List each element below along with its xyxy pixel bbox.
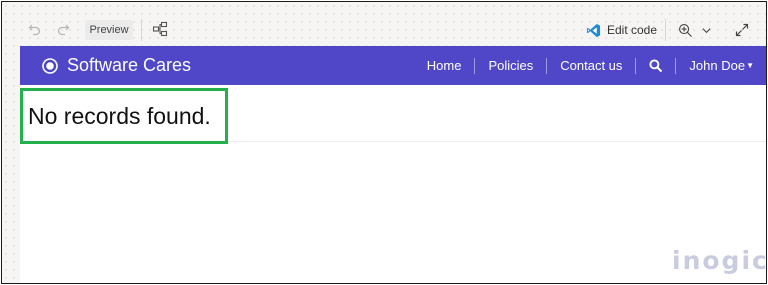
edit-code-label: Edit code [607,23,658,37]
user-menu[interactable]: John Doe ▼ [676,58,766,73]
brand-name: Software Cares [67,55,192,75]
chevron-down-icon [702,27,711,33]
brand[interactable]: Software Cares [42,55,191,76]
site-header: Software Cares Home Policies Contact us … [20,46,766,85]
brand-logo-icon [42,57,58,74]
search-icon [649,59,663,72]
site-nav: Home Policies Contact us John Doe ▼ [414,46,766,85]
empty-state-message: No records found. [20,88,228,144]
redo-icon [57,24,70,36]
nav-policies[interactable]: Policies [475,58,546,73]
preview-button[interactable]: Preview [85,20,133,40]
expand-icon [735,23,749,37]
toolbar-divider [141,19,142,41]
designer-frame: Preview Edit code Software Cares Home Po… [1,1,767,284]
designer-toolbar: Preview Edit code [2,2,766,44]
sitemap-icon [152,21,168,37]
expand-button[interactable] [732,19,752,41]
inogic-watermark: inogic [672,246,767,275]
zoom-button[interactable] [678,19,712,41]
nav-contact-us[interactable]: Contact us [547,58,635,73]
search-button[interactable] [636,59,675,72]
edit-code-button[interactable]: Edit code [586,19,657,41]
undo-icon [28,24,41,36]
nav-home[interactable]: Home [414,58,475,73]
undo-button[interactable] [24,19,46,39]
redo-button[interactable] [52,19,74,39]
toolbar-divider [665,19,666,41]
vscode-icon [586,23,601,37]
page-content: No records found. [20,85,766,283]
user-name: John Doe [689,58,746,73]
caret-down-icon: ▼ [746,61,754,70]
sitemap-button[interactable] [150,19,170,39]
zoom-in-icon [679,23,692,37]
